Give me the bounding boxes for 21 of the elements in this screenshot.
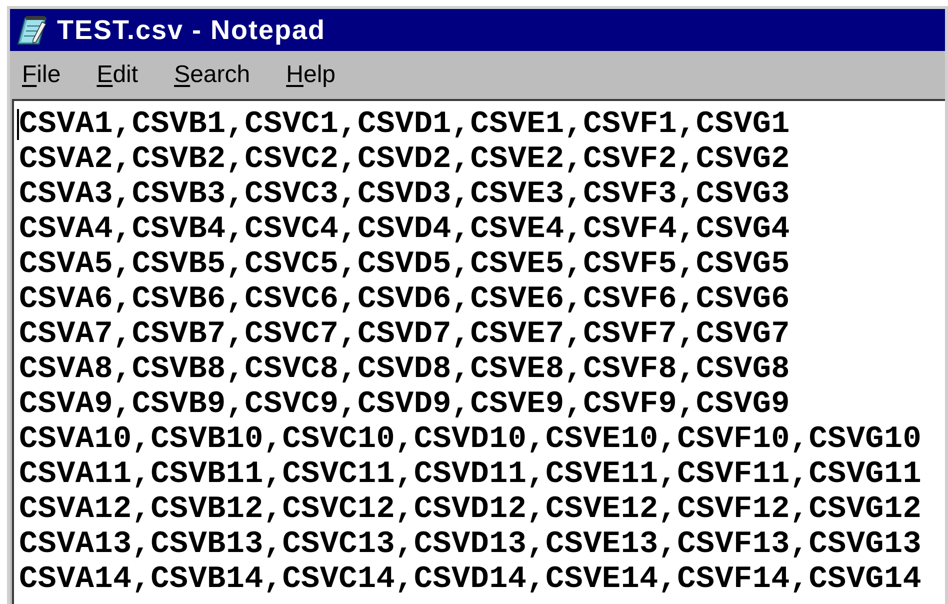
menu-item[interactable]: Edit: [90, 63, 144, 87]
text-line: CSVA9,CSVB9,CSVC9,CSVD9,CSVE9,CSVF9,CSVG9: [19, 389, 790, 420]
text-line: CSVA4,CSVB4,CSVC4,CSVD4,CSVE4,CSVF4,CSVG4: [19, 214, 790, 245]
window-title: TEST.csv - Notepad: [57, 16, 326, 44]
text-line: CSVA10,CSVB10,CSVC10,CSVD10,CSVE10,CSVF10,CSVG10: [19, 424, 922, 455]
text-line: CSVA11,CSVB11,CSVC11,CSVD11,CSVE11,CSVF11,CSVG11: [19, 459, 922, 490]
text-line: CSVA2,CSVB2,CSVC2,CSVD2,CSVE2,CSVF2,CSVG2: [19, 144, 790, 175]
text-line: CSVA8,CSVB8,CSVC8,CSVD8,CSVE8,CSVF8,CSVG8: [19, 354, 790, 385]
menu-item[interactable]: File: [16, 63, 67, 87]
menu-item[interactable]: Help: [280, 63, 342, 87]
menu-item[interactable]: Search: [168, 63, 256, 87]
text-line: CSVA14,CSVB14,CSVC14,CSVD14,CSVE14,CSVF14,CSVG14: [19, 564, 922, 595]
notepad-icon: [16, 14, 48, 46]
text-line: CSVA1,CSVB1,CSVC1,CSVD1,CSVE1,CSVF1,CSVG1: [19, 109, 790, 140]
text-line: CSVA7,CSVB7,CSVC7,CSVD7,CSVE7,CSVF7,CSVG7: [19, 319, 790, 350]
text-area[interactable]: [12, 99, 945, 604]
text-line: CSVA6,CSVB6,CSVC6,CSVD6,CSVE6,CSVF6,CSVG6: [19, 284, 790, 315]
text-line: CSVA3,CSVB3,CSVC3,CSVD3,CSVE3,CSVF3,CSVG3: [19, 179, 790, 210]
text-line: CSVA13,CSVB13,CSVC13,CSVD13,CSVE13,CSVF13,CSVG13: [19, 529, 922, 560]
text-line: CSVA12,CSVB12,CSVC12,CSVD12,CSVE12,CSVF12,CSVG12: [19, 494, 922, 525]
text-line: CSVA5,CSVB5,CSVC5,CSVD5,CSVE5,CSVF5,CSVG5: [19, 249, 790, 280]
